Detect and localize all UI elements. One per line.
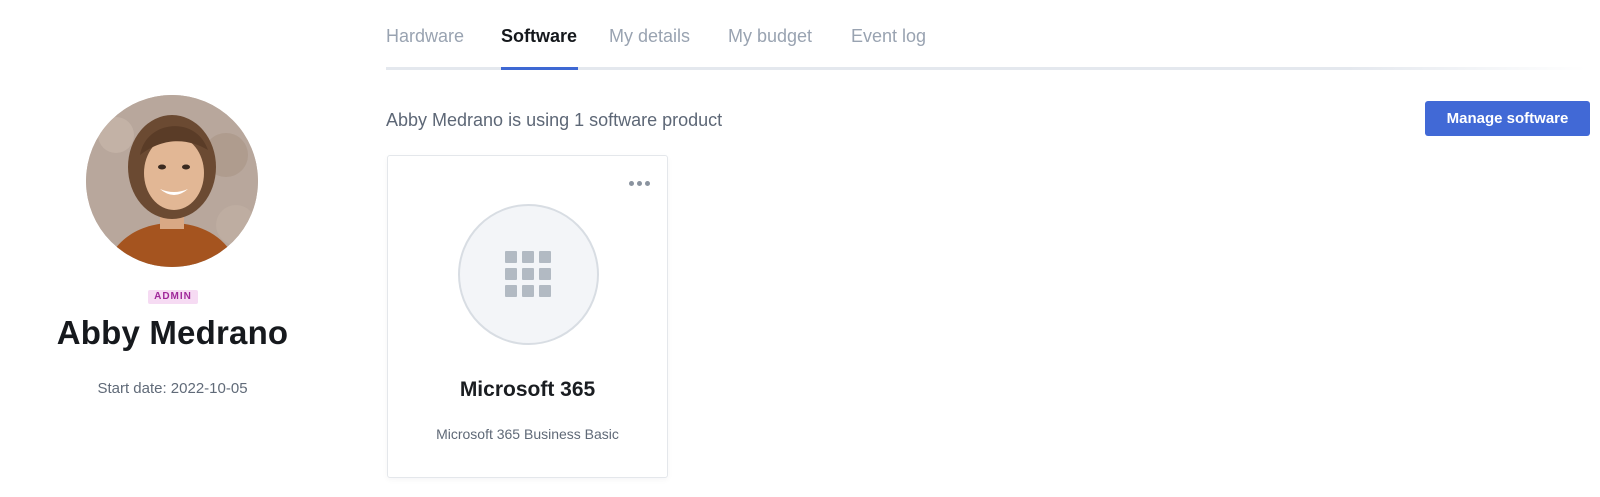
app-grid-icon	[505, 251, 552, 298]
more-options-icon[interactable]	[624, 176, 654, 190]
profile-panel: ADMIN Abby Medrano Start date: 2022-10-0…	[0, 0, 345, 497]
user-profile-page: ADMIN Abby Medrano Start date: 2022-10-0…	[0, 0, 1600, 497]
tab-my-details[interactable]: My details	[609, 26, 690, 47]
dot	[644, 180, 650, 186]
product-icon-circle	[458, 204, 599, 345]
tab-hardware[interactable]: Hardware	[386, 26, 464, 47]
tab-software[interactable]: Software	[501, 26, 577, 47]
active-tab-indicator	[501, 67, 578, 70]
software-card[interactable]: Microsoft 365 Microsoft 365 Business Bas…	[387, 155, 668, 478]
profile-tabs: Hardware Software My details My budget E…	[386, 0, 1586, 72]
avatar-photo	[86, 95, 258, 267]
dot	[628, 180, 634, 186]
avatar	[86, 95, 258, 267]
product-plan: Microsoft 365 Business Basic	[436, 426, 619, 442]
user-name: Abby Medrano	[56, 314, 289, 351]
start-date: Start date: 2022-10-05	[97, 380, 248, 397]
dot	[636, 180, 642, 186]
manage-software-button[interactable]: Manage software	[1425, 101, 1590, 136]
product-title: Microsoft 365	[459, 378, 596, 401]
software-summary: Abby Medrano is using 1 software product	[386, 110, 723, 130]
tab-event-log[interactable]: Event log	[851, 26, 926, 47]
tab-my-budget[interactable]: My budget	[728, 26, 812, 47]
role-badge: ADMIN	[148, 290, 198, 304]
